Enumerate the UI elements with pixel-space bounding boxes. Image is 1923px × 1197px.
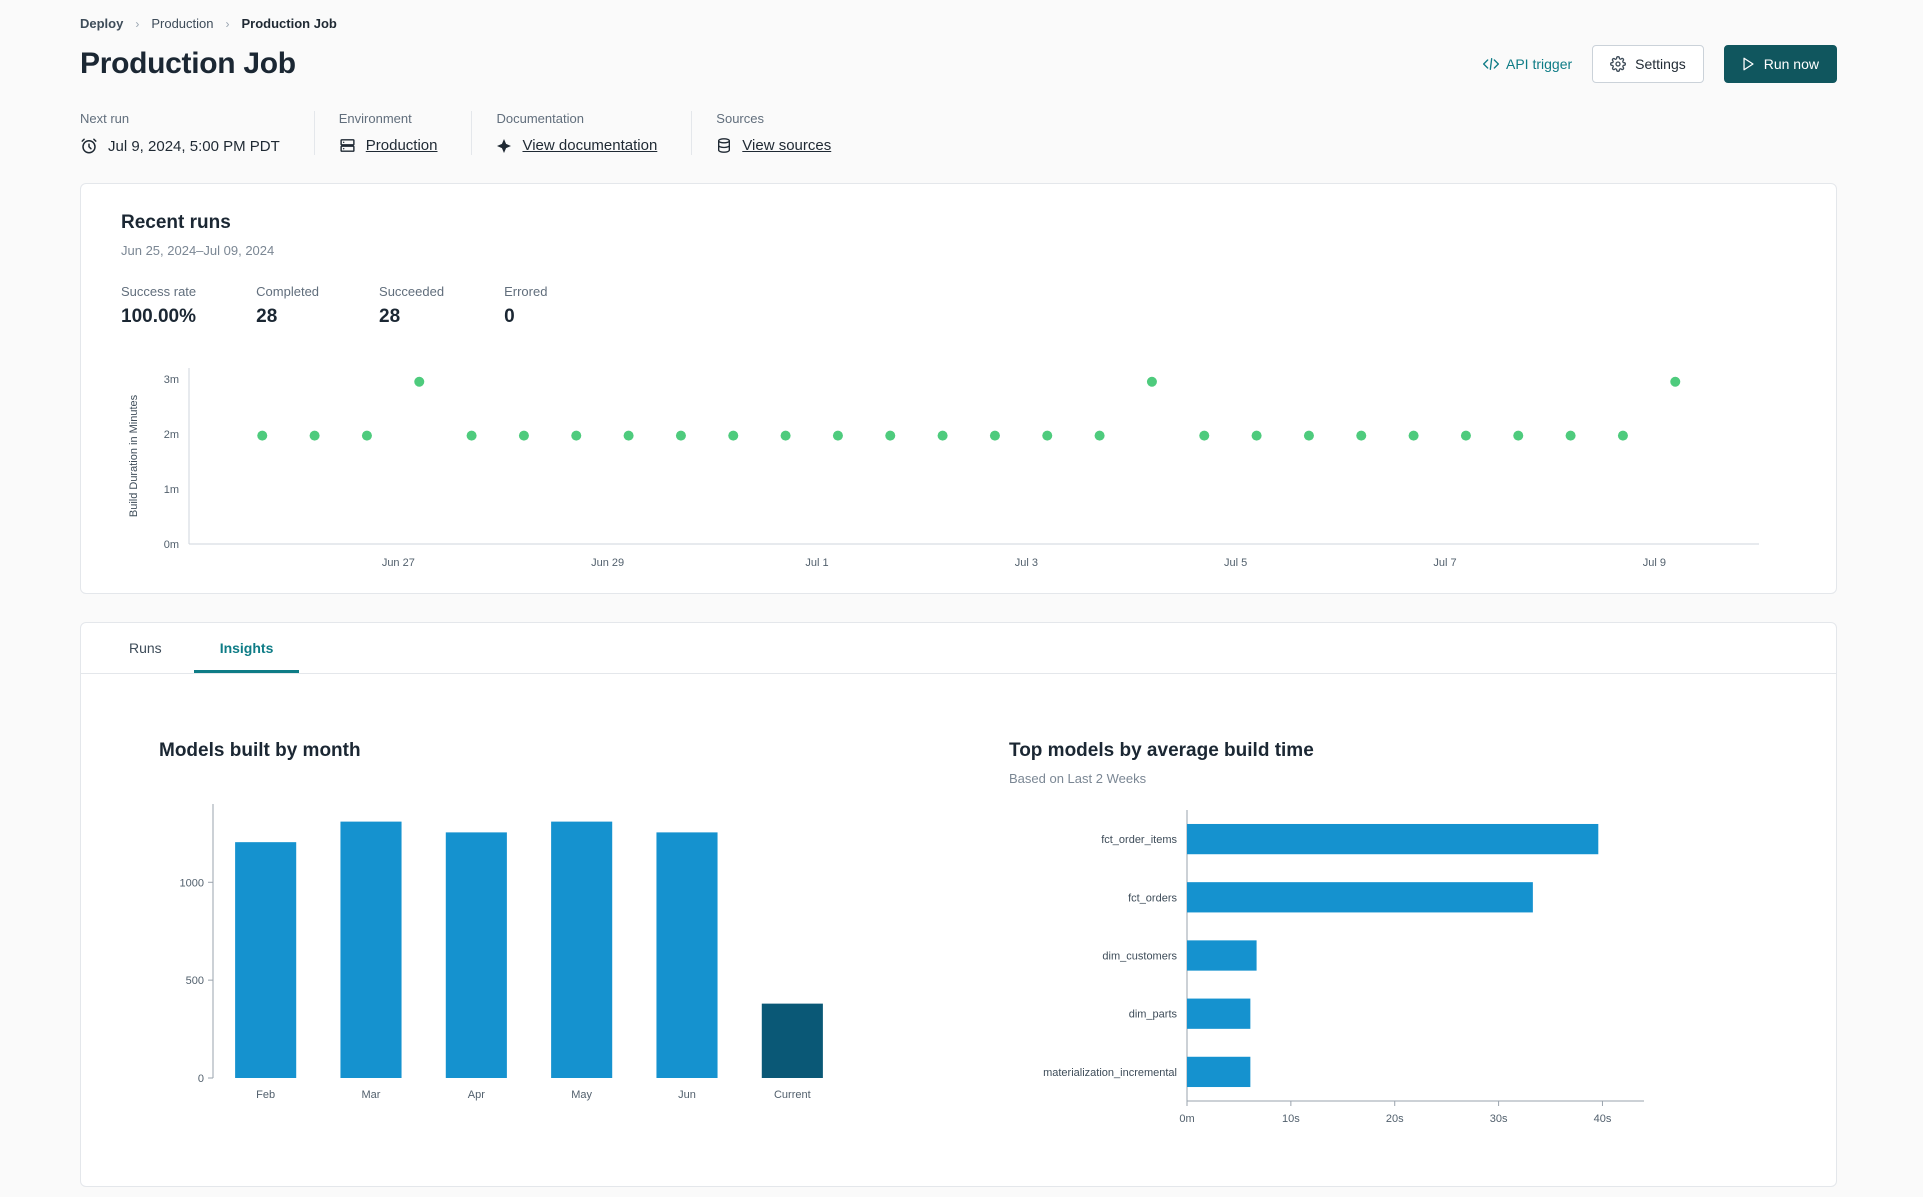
svg-text:1000: 1000 xyxy=(180,877,204,889)
tab-bar: Runs Insights xyxy=(81,623,1836,674)
stat-label: Success rate xyxy=(121,284,197,299)
svg-text:Jun: Jun xyxy=(678,1089,696,1101)
environment-link[interactable]: Production xyxy=(366,137,438,154)
page-title: Production Job xyxy=(80,47,296,80)
models-built-bar-chart: 0 500 1000 Feb Mar Apr May Jun Current xyxy=(159,790,859,1117)
documentation-label: Documentation xyxy=(496,111,584,126)
chevron-right-icon: › xyxy=(225,16,230,31)
stat-succeeded: Succeeded 28 xyxy=(379,284,444,328)
breadcrumb: Deploy › Production › Production Job xyxy=(80,14,1837,39)
runs-insights-card: Runs Insights Models built by month 0 500… xyxy=(80,622,1837,1187)
next-run-cell: Next run Jul 9, 2024, 5:00 PM PDT xyxy=(80,111,314,155)
tab-runs[interactable]: Runs xyxy=(103,623,188,673)
title-row: Production Job API trigger Settings Run … xyxy=(80,45,1837,83)
view-sources-link[interactable]: View sources xyxy=(742,137,831,154)
view-documentation-link[interactable]: View documentation xyxy=(522,137,657,154)
stat-errored: Errored 0 xyxy=(504,284,547,328)
svg-text:3m: 3m xyxy=(164,374,179,386)
clock-icon xyxy=(80,137,98,155)
models-built-title: Models built by month xyxy=(159,740,361,761)
run-now-button[interactable]: Run now xyxy=(1723,45,1837,83)
build-duration-scatter-chart: 0m 1m 2m 3m Jun 27 Jun 29 Jul 1 Jul 3 Jul 5 Jul 7… xyxy=(121,352,1796,585)
stat-success-rate: Success rate 100.00% xyxy=(121,284,196,328)
svg-text:10s: 10s xyxy=(1282,1113,1300,1125)
svg-text:1m: 1m xyxy=(164,484,179,496)
svg-text:2m: 2m xyxy=(164,429,179,441)
next-run-value: Jul 9, 2024, 5:00 PM PDT xyxy=(108,137,280,155)
header-actions: API trigger Settings Run now xyxy=(1483,45,1837,83)
database-icon xyxy=(716,137,732,154)
stat-label: Completed xyxy=(256,284,320,299)
next-run-label: Next run xyxy=(80,111,130,126)
svg-text:Jun 29: Jun 29 xyxy=(591,557,624,569)
svg-text:Feb: Feb xyxy=(256,1089,275,1101)
stat-value: 28 xyxy=(256,306,278,327)
svg-text:0: 0 xyxy=(198,1073,204,1085)
build-time-section: Top models by average build time Based o… xyxy=(1009,740,1689,1146)
page: Deploy › Production › Production Job Pro… xyxy=(0,0,1923,1187)
svg-text:Jul 3: Jul 3 xyxy=(1015,557,1038,569)
docs-icon xyxy=(496,138,512,154)
sources-cell: Sources View sources xyxy=(691,111,865,155)
api-trigger-link[interactable]: API trigger xyxy=(1483,56,1572,72)
settings-button[interactable]: Settings xyxy=(1592,45,1704,83)
stat-value: 100.00% xyxy=(121,306,197,327)
svg-text:Current: Current xyxy=(774,1089,811,1101)
api-trigger-label: API trigger xyxy=(1506,56,1573,72)
svg-text:0m: 0m xyxy=(164,539,179,551)
environment-cell: Environment Production xyxy=(313,111,472,155)
breadcrumb-current: Production Job xyxy=(241,16,337,31)
settings-label: Settings xyxy=(1635,56,1686,72)
environment-icon xyxy=(339,137,356,154)
svg-text:Jul 9: Jul 9 xyxy=(1643,557,1666,569)
breadcrumb-deploy[interactable]: Deploy xyxy=(80,16,123,31)
svg-text:Jul 5: Jul 5 xyxy=(1224,557,1247,569)
gear-icon xyxy=(1610,56,1627,72)
svg-text:materialization_incremental: materialization_incremental xyxy=(1043,1067,1177,1079)
svg-text:30s: 30s xyxy=(1490,1113,1508,1125)
recent-runs-stats: Success rate 100.00% Completed 28 Succee… xyxy=(121,284,1796,328)
build-time-subtitle: Based on Last 2 Weeks xyxy=(1009,771,1147,786)
tab-insights[interactable]: Insights xyxy=(193,623,300,673)
recent-runs-card: Recent runs Jun 25, 2024–Jul 09, 2024 Su… xyxy=(80,183,1837,594)
documentation-cell: Documentation View documentation xyxy=(471,111,691,155)
chevron-right-icon: › xyxy=(135,16,140,31)
build-time-title: Top models by average build time xyxy=(1009,740,1314,761)
svg-text:Apr: Apr xyxy=(468,1089,485,1101)
svg-text:Jul 7: Jul 7 xyxy=(1433,557,1456,569)
svg-text:fct_orders: fct_orders xyxy=(1128,892,1177,904)
svg-text:20s: 20s xyxy=(1386,1113,1404,1125)
stat-value: 28 xyxy=(379,306,401,327)
svg-text:Mar: Mar xyxy=(362,1089,381,1101)
job-info-bar: Next run Jul 9, 2024, 5:00 PM PDT Enviro… xyxy=(80,111,1837,155)
svg-text:Jul 1: Jul 1 xyxy=(805,557,828,569)
build-time-hbar-chart: 0m 10s 20s 30s 40s fct_order_items fct_ordersd… xyxy=(1009,796,1689,1146)
svg-text:Build Duration in Minutes: Build Duration in Minutes xyxy=(128,394,140,517)
svg-text:fct_order_items: fct_order_items xyxy=(1101,834,1177,846)
code-icon xyxy=(1483,57,1499,71)
stat-value: 0 xyxy=(504,306,515,327)
svg-text:0m: 0m xyxy=(1179,1113,1194,1125)
svg-text:May: May xyxy=(571,1089,592,1101)
svg-text:500: 500 xyxy=(186,975,204,987)
stat-label: Errored xyxy=(504,284,548,299)
stat-label: Succeeded xyxy=(379,284,445,299)
insights-panel: Models built by month 0 500 1000 Feb Mar Apr M… xyxy=(81,674,1836,1186)
sources-label: Sources xyxy=(716,111,764,126)
svg-text:Jun 27: Jun 27 xyxy=(382,557,415,569)
svg-text:40s: 40s xyxy=(1594,1113,1612,1125)
svg-text:dim_customers: dim_customers xyxy=(1102,951,1177,963)
recent-runs-title: Recent runs xyxy=(121,212,231,233)
stat-completed: Completed 28 xyxy=(256,284,319,328)
models-built-section: Models built by month 0 500 1000 Feb Mar Apr M… xyxy=(159,740,859,1146)
run-now-label: Run now xyxy=(1763,56,1819,72)
recent-runs-date-range: Jun 25, 2024–Jul 09, 2024 xyxy=(121,243,275,258)
play-icon xyxy=(1742,57,1755,71)
environment-label: Environment xyxy=(338,111,412,126)
svg-text:dim_parts: dim_parts xyxy=(1129,1009,1178,1021)
breadcrumb-production[interactable]: Production xyxy=(151,16,213,31)
